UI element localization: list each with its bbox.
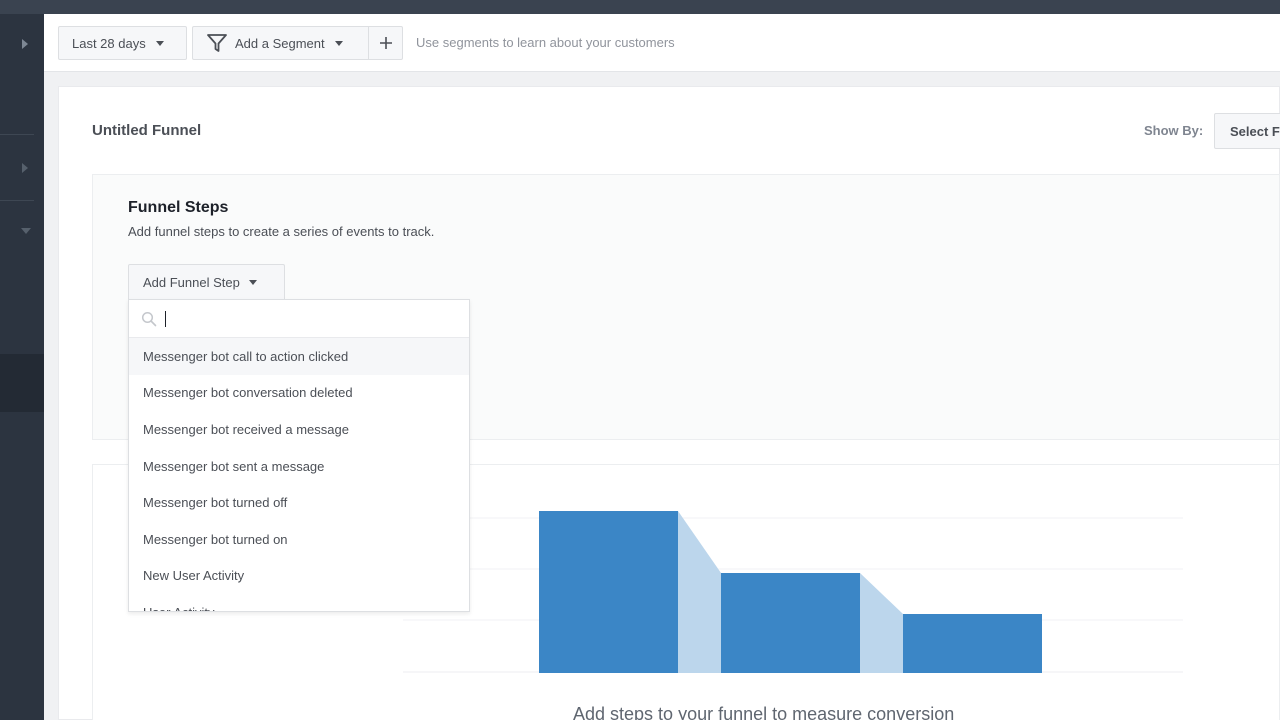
chevron-down-icon <box>248 280 257 285</box>
search-icon <box>141 311 157 327</box>
sidebar-divider <box>0 134 34 135</box>
sidebar-collapse-arrow-icon[interactable] <box>21 228 31 234</box>
sidebar-expand-arrow-icon[interactable] <box>22 39 28 49</box>
funnel-filter-icon <box>207 34 227 52</box>
chart-empty-caption: Add steps to your funnel to measure conv… <box>573 704 955 720</box>
top-app-bar <box>0 0 1280 14</box>
show-by-label: Show By: <box>1144 123 1204 138</box>
dropdown-option[interactable]: New User Activity <box>129 558 469 595</box>
funnel-step-bar <box>539 511 678 673</box>
add-segment-button[interactable] <box>369 27 402 59</box>
add-segment-dropdown[interactable]: Add a Segment <box>193 27 369 59</box>
add-segment-label: Add a Segment <box>235 35 325 51</box>
dropdown-option[interactable]: User Activity <box>129 594 469 611</box>
funnel-step-bar <box>903 614 1042 673</box>
filter-bar: Last 28 days Add a Segment Use segments … <box>44 14 1280 72</box>
dropdown-option[interactable]: Messenger bot conversation deleted <box>129 375 469 412</box>
add-funnel-step-label: Add Funnel Step <box>143 275 240 290</box>
date-range-dropdown[interactable]: Last 28 days <box>58 26 187 60</box>
dropdown-option[interactable]: Messenger bot turned on <box>129 521 469 558</box>
dropdown-option[interactable]: Messenger bot sent a message <box>129 448 469 485</box>
plus-icon <box>379 37 392 49</box>
dropdown-option[interactable]: Messenger bot turned off <box>129 484 469 521</box>
funnel-step-bar <box>721 573 860 673</box>
segment-control: Add a Segment <box>192 26 403 60</box>
dropdown-search <box>129 300 469 338</box>
page-title[interactable]: Untitled Funnel <box>92 122 201 139</box>
left-sidebar <box>0 14 44 720</box>
sidebar-expand-arrow-icon[interactable] <box>22 163 28 173</box>
date-range-label: Last 28 days <box>72 35 146 51</box>
dropdown-option[interactable]: Messenger bot call to action clicked <box>129 338 469 375</box>
add-funnel-step-button[interactable]: Add Funnel Step <box>128 264 285 300</box>
funnel-connector <box>860 573 903 673</box>
funnel-connector <box>678 511 721 673</box>
funnel-step-dropdown: Messenger bot call to action clicked Mes… <box>128 299 470 612</box>
funnel-steps-title: Funnel Steps <box>128 199 229 216</box>
dropdown-option[interactable]: Messenger bot received a message <box>129 411 469 448</box>
chevron-down-icon <box>334 40 343 46</box>
segment-hint-text: Use segments to learn about your custome… <box>416 35 675 50</box>
sidebar-selected-item[interactable] <box>0 354 44 412</box>
text-cursor <box>165 311 166 327</box>
funnel-steps-description: Add funnel steps to create a series of e… <box>128 224 435 239</box>
sidebar-divider <box>0 200 34 201</box>
show-by-select[interactable]: Select F <box>1214 113 1280 149</box>
chevron-down-icon <box>155 40 164 46</box>
step-search-input[interactable] <box>163 308 453 330</box>
